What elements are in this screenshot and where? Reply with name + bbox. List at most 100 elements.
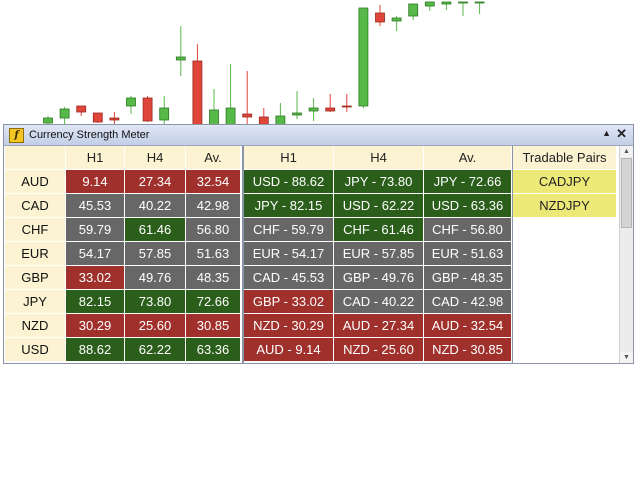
ranking-cell: CAD - 40.22	[334, 290, 424, 314]
candle	[458, 1, 468, 16]
strength-value-cell: 54.17	[66, 242, 125, 266]
column-header: H4	[334, 146, 424, 170]
strength-value-cell: 30.85	[186, 314, 241, 338]
candle-body	[92, 112, 103, 123]
ranking-cell: CHF - 56.80	[424, 218, 512, 242]
ranking-cell: NZD - 30.85	[424, 338, 512, 362]
strength-value-cell: 42.98	[186, 194, 241, 218]
panel-title: Currency Strength Meter	[29, 129, 150, 141]
candle	[59, 107, 70, 124]
candle	[391, 16, 402, 31]
currency-strength-meter-panel: f Currency Strength Meter ▲ ✕ H1 H4 Av. AUD…	[3, 124, 634, 364]
currency-label: JPY	[5, 290, 66, 314]
ranking-cell: CAD - 42.98	[424, 290, 512, 314]
candle	[76, 105, 87, 116]
empty-cell	[513, 266, 617, 290]
scroll-up-arrow-icon[interactable]: ▲	[620, 146, 633, 157]
candle-body	[192, 60, 203, 126]
candle	[441, 1, 452, 10]
strength-value-cell: 72.66	[186, 290, 241, 314]
strength-value-cell: 63.36	[186, 338, 241, 362]
column-header: H1	[244, 146, 334, 170]
tradable-pair-item[interactable]: NZDJPY	[513, 194, 617, 218]
candle-body	[43, 117, 53, 124]
ranking-cell: JPY - 82.15	[244, 194, 334, 218]
candle-body	[341, 105, 352, 108]
strength-value-cell: 49.76	[125, 266, 186, 290]
ranking-cell: USD - 63.36	[424, 194, 512, 218]
currency-label: CAD	[5, 194, 66, 218]
candle-body	[175, 56, 186, 61]
candle	[474, 1, 485, 14]
strength-value-cell: 88.62	[66, 338, 125, 362]
candle	[175, 26, 186, 76]
strength-value-cell: 33.02	[66, 266, 125, 290]
strength-value-cell: 62.22	[125, 338, 186, 362]
scroll-down-arrow-icon[interactable]: ▼	[620, 352, 633, 363]
scroll-thumb[interactable]	[621, 158, 632, 228]
collapse-arrow-icon[interactable]: ▲	[602, 128, 611, 138]
candle	[375, 5, 385, 26]
candle-body	[474, 1, 485, 4]
candle-body	[308, 107, 319, 112]
column-header: Av.	[186, 146, 241, 170]
ranking-cell: NZD - 25.60	[334, 338, 424, 362]
ranking-cell: AUD - 9.14	[244, 338, 334, 362]
candle-body	[242, 113, 253, 118]
candle	[408, 3, 419, 20]
candle	[209, 89, 219, 126]
ranking-cell: CHF - 59.79	[244, 218, 334, 242]
ranking-cell: JPY - 73.80	[334, 170, 424, 194]
panel-title-bar[interactable]: f Currency Strength Meter ▲ ✕	[4, 125, 633, 146]
column-header: H1	[66, 146, 125, 170]
close-icon[interactable]: ✕	[616, 126, 627, 142]
strength-value-cell: 57.85	[125, 242, 186, 266]
candle	[358, 7, 369, 108]
candle-body	[424, 1, 435, 7]
candle-body	[375, 12, 385, 23]
ranking-cell: AUD - 27.34	[334, 314, 424, 338]
ranking-cell: GBP - 33.02	[244, 290, 334, 314]
strength-ranking-table: H1 H4 Av. USD - 88.62 JPY - 73.80 JPY - 72.66…	[244, 146, 512, 362]
currency-label: AUD	[5, 170, 66, 194]
ranking-cell: USD - 62.22	[334, 194, 424, 218]
candle	[126, 96, 136, 114]
empty-cell	[513, 338, 617, 362]
candle-body	[325, 107, 336, 112]
candle-body	[391, 17, 402, 22]
currency-label: GBP	[5, 266, 66, 290]
candle-body	[142, 97, 153, 122]
strength-value-cell: 9.14	[66, 170, 125, 194]
indicator-app-icon: f	[9, 127, 24, 143]
strength-value-cell: 59.79	[66, 218, 125, 242]
candle-body	[59, 108, 70, 119]
candle	[159, 96, 170, 125]
candle-body	[109, 117, 120, 121]
currency-label: CHF	[5, 218, 66, 242]
empty-cell	[513, 218, 617, 242]
strength-value-cell: 82.15	[66, 290, 125, 314]
candle	[424, 1, 435, 11]
candle-body	[441, 1, 452, 5]
candle	[242, 71, 253, 124]
column-header: Tradable Pairs	[513, 146, 617, 170]
candle-body	[126, 97, 136, 107]
strength-value-cell: 32.54	[186, 170, 241, 194]
candle	[275, 103, 286, 126]
column-header: H4	[125, 146, 186, 170]
currency-label: USD	[5, 338, 66, 362]
candle-body	[458, 1, 468, 4]
ranking-cell: EUR - 54.17	[244, 242, 334, 266]
candle	[225, 64, 236, 126]
strength-value-cell: 27.34	[125, 170, 186, 194]
currency-label: NZD	[5, 314, 66, 338]
background-candlestick-chart	[43, 1, 485, 126]
candle-body	[358, 7, 369, 107]
candle	[325, 94, 336, 112]
ranking-cell: EUR - 51.63	[424, 242, 512, 266]
tradable-pairs-table: Tradable Pairs CADJPY NZDJPY	[513, 146, 617, 362]
tradable-pair-item[interactable]: CADJPY	[513, 170, 617, 194]
strength-value-cell: 30.29	[66, 314, 125, 338]
vertical-scrollbar[interactable]: ▲ ▼	[619, 146, 633, 363]
currency-strength-table: H1 H4 Av. AUD 9.14 27.34 32.54 CAD 45.53 40.22 42.…	[5, 146, 241, 362]
